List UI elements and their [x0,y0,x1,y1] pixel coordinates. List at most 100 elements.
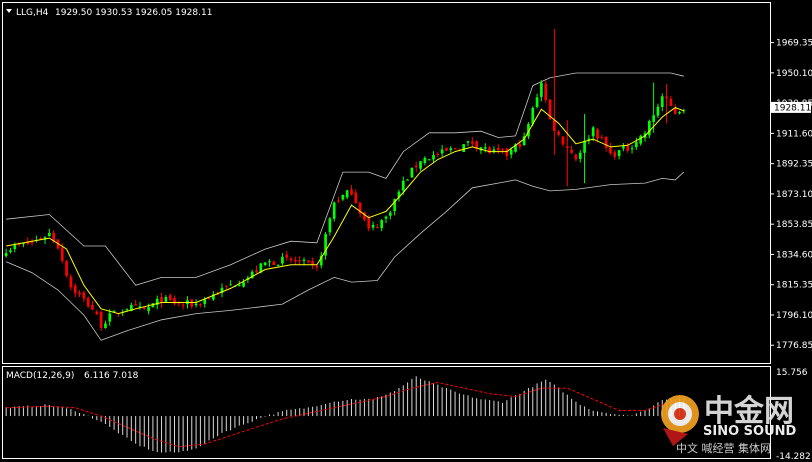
candle-body [255,270,258,273]
candle-body [337,200,340,202]
candle-body [203,299,207,304]
candle-body [492,149,496,152]
candle-body [281,256,284,264]
candle-body [561,136,565,145]
candle-body [471,141,474,144]
candle-body [630,148,634,150]
moving-average [6,107,684,315]
ohlc-values: 1929.50 1930.53 1926.05 1928.11 [55,8,212,18]
main-chart-frame [2,2,771,364]
candle-body [181,304,185,306]
candle-body [665,96,668,99]
candle-body [609,147,612,154]
candle-body [99,311,103,328]
macd-values: 6.116 7.018 [84,371,139,381]
macd-histogram [5,376,685,453]
candle-body [401,180,405,191]
candle-body [302,259,306,261]
candle-body [4,253,8,257]
bollinger-bands [6,72,685,341]
candle-body [423,157,427,163]
candle-body [30,242,34,244]
candle-body [466,141,470,143]
candle-body [574,154,578,160]
candle-body [388,212,392,216]
candle-body [332,202,336,219]
candle-body [419,161,422,169]
candle-body [604,136,608,148]
candle-body [540,82,543,97]
candle-body [306,260,310,262]
candle-body [669,98,673,106]
candle-body [73,285,77,294]
macd-label: MACD(12,26,9) [6,371,74,381]
ma-line [6,107,684,315]
candle-body [108,313,112,322]
sino-sound-watermark: 中金网 SINO SOUND 中文 喊经营 集体网 [661,394,797,455]
candle-body [142,307,146,309]
candle-body [565,146,569,148]
candle-body [436,153,440,155]
candle-body [242,282,245,287]
price-tick-label: 1815.35 [776,281,812,291]
price-tick-label: 1911.60 [776,129,812,139]
candle-body [350,189,353,195]
chart-window[interactable]: 1969.351950.101930.851911.601892.351873.… [0,0,812,462]
candle-body [488,147,491,154]
candle-body [635,142,638,148]
price-tick-label: 1969.35 [776,39,812,49]
candle-body [354,192,358,204]
candle-body [660,96,664,107]
candle-body [263,262,267,265]
candle-body [367,217,371,229]
candle-body [427,159,431,161]
candle-body [224,285,228,287]
candle-body [341,195,345,200]
candle-body [190,299,194,307]
candle-body [501,149,504,151]
candle-body [9,250,12,252]
candle-body [445,148,448,151]
candle-body [315,265,319,268]
candle-body [328,218,332,233]
candle-body [578,152,582,159]
candle-body [384,216,388,219]
candle-body [509,149,513,155]
candle-body [69,276,73,288]
candle-body [229,284,232,286]
candle-body [147,307,150,312]
macd-tick-label: -14.282 [776,452,811,462]
candle-body [591,127,595,137]
candle-body [453,148,457,150]
candle-body [194,303,198,306]
candle-body [410,167,414,178]
candle-body [656,106,660,116]
candle-body [414,165,418,168]
candles [4,29,686,331]
candle-body [626,145,630,151]
current-price-tag: 1928.11 [771,101,811,113]
candle-body [673,108,677,114]
candle-body [86,298,90,307]
candle-body [47,232,51,237]
macd-signal-line [6,381,684,448]
price-tick-label: 1853.85 [776,220,812,230]
candle-body [617,150,621,157]
candle-body [125,309,129,311]
candle-body [496,147,500,151]
candle-body [483,147,487,149]
candle-body [60,247,64,261]
candle-body [272,261,276,266]
candle-body [285,254,289,258]
candle-body [544,83,548,100]
candle-body [535,97,539,108]
candle-body [518,143,522,147]
candle-body [432,154,435,160]
candle-body [380,220,384,229]
candle-body [570,149,573,153]
candle-body [596,129,599,139]
candle-body [557,131,561,135]
symbol-dropdown-icon[interactable] [6,9,12,13]
candle-body [600,137,604,139]
candle-body [82,292,86,299]
